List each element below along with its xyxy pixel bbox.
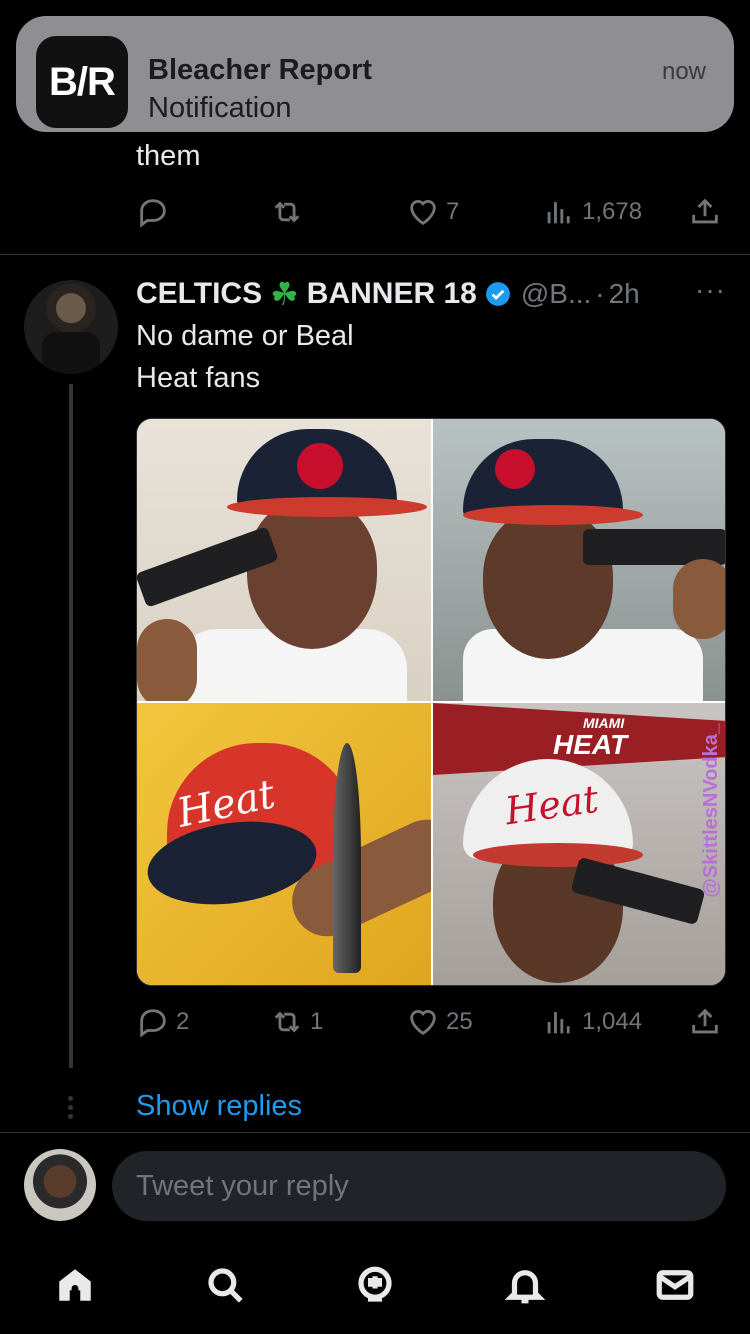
retweet-button[interactable]	[270, 192, 304, 232]
share-icon	[692, 1008, 718, 1034]
verified-badge-icon	[485, 282, 510, 306]
thread-line	[69, 384, 73, 1068]
panel-hand	[137, 619, 197, 701]
tweet-divider	[0, 254, 750, 255]
author-display-name[interactable]: CELTICS	[136, 277, 262, 311]
messages-icon	[656, 1270, 694, 1300]
like-count: 25	[446, 1008, 473, 1035]
bottom-tab-bar	[0, 1240, 750, 1334]
previous-tweet-text: them	[136, 140, 201, 172]
previous-tweet-actions: 7 1,678	[136, 192, 726, 232]
media-panel-3[interactable]: Heat	[137, 703, 431, 985]
heat-logo-icon	[495, 449, 535, 489]
tab-home[interactable]	[50, 1260, 100, 1310]
views-button[interactable]: 1,678	[542, 192, 642, 232]
media-panel-1[interactable]	[137, 419, 431, 701]
retweet-count: 1	[310, 1008, 324, 1035]
avatar-jersey	[42, 332, 100, 374]
author-handle[interactable]: @B...	[521, 278, 591, 310]
reply-icon	[140, 199, 166, 228]
home-icon	[59, 1269, 91, 1301]
retweet-button[interactable]: 1	[270, 1002, 323, 1042]
notification-body: Notification	[148, 92, 292, 124]
like-button[interactable]: 7	[406, 192, 459, 232]
tweet-actions: 2 1 25 1,044	[136, 1002, 726, 1042]
tab-messages[interactable]	[650, 1260, 700, 1310]
panel-cap-brim	[463, 505, 643, 525]
tab-spaces[interactable]	[350, 1260, 400, 1310]
media-panel-4[interactable]: MIAMI HEAT Heat @SkittlesNVodka_	[433, 703, 725, 985]
retweet-icon	[274, 1011, 300, 1033]
heat-logo-icon	[297, 443, 343, 489]
tweet-media-grid[interactable]: Heat MIAMI HEAT Heat @SkittlesNVodka_	[136, 418, 726, 986]
share-button[interactable]	[688, 1002, 722, 1042]
reply-button[interactable]	[136, 192, 170, 232]
view-count: 1,044	[582, 1008, 643, 1035]
like-count: 7	[446, 198, 460, 225]
notification-banner[interactable]: B/R Bleacher Report Notification now	[16, 16, 734, 132]
tweet-timestamp[interactable]: 2h	[609, 278, 640, 310]
retweet-icon	[274, 201, 300, 223]
views-button[interactable]: 1,044	[542, 1002, 642, 1042]
more-options-icon[interactable]: ···	[695, 274, 726, 306]
heart-icon	[410, 1010, 436, 1036]
pennant-text: HEAT	[553, 729, 628, 760]
tab-notifications[interactable]	[500, 1260, 550, 1310]
panel-face	[247, 499, 377, 649]
share-icon	[692, 198, 718, 224]
notifications-icon	[504, 1270, 546, 1304]
media-watermark: @SkittlesNVodka_	[700, 723, 722, 898]
spaces-icon	[358, 1266, 392, 1302]
panel-knife	[333, 743, 361, 973]
reply-count: 2	[176, 1008, 190, 1035]
reply-input[interactable]	[112, 1151, 726, 1221]
tweet-header: CELTICS ☘ BANNER 18 @B... · 2h ···	[136, 274, 726, 314]
reply-composer	[0, 1132, 750, 1232]
notification-app-name: Bleacher Report	[148, 54, 373, 86]
tweet-text-line-2: Heat fans	[136, 362, 261, 394]
user-avatar[interactable]	[24, 1149, 96, 1221]
thread-dots-icon	[68, 1096, 74, 1123]
views-icon	[547, 1012, 570, 1034]
header-separator: ·	[595, 278, 605, 309]
search-icon	[208, 1268, 243, 1303]
shamrock-icon: ☘	[270, 276, 299, 312]
heart-icon	[410, 200, 436, 226]
reply-icon	[140, 1009, 166, 1038]
media-panel-2[interactable]	[433, 419, 725, 701]
author-avatar[interactable]	[24, 280, 118, 374]
panel-cap-brim	[473, 843, 643, 867]
reply-button[interactable]: 2	[136, 1002, 189, 1042]
panel-hand	[673, 559, 725, 639]
tab-search[interactable]	[200, 1260, 250, 1310]
views-icon	[547, 202, 570, 224]
like-button[interactable]: 25	[406, 1002, 473, 1042]
panel-cap-brim	[227, 497, 427, 517]
bleacher-report-logo-icon: B/R	[36, 36, 128, 128]
show-replies-link[interactable]: Show replies	[136, 1090, 302, 1123]
author-display-name-suffix[interactable]: BANNER 18	[307, 277, 477, 311]
tweet-text-line-1: No dame or Beal	[136, 320, 354, 352]
notification-time: now	[661, 58, 706, 85]
view-count: 1,678	[582, 198, 643, 225]
share-button[interactable]	[688, 192, 722, 232]
